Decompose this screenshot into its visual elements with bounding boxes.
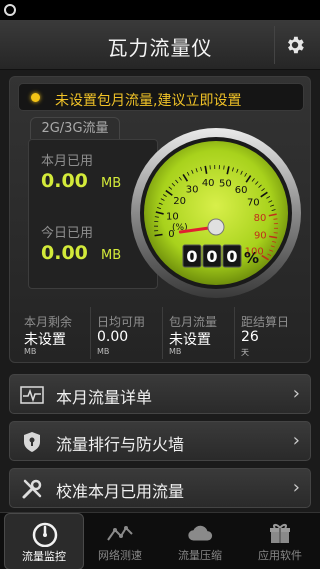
usage-gauge: 010203040 5060708090100 (%) 0 0 0 % — [131, 128, 301, 298]
tab-label: 流量压缩 — [178, 549, 222, 562]
app-title: 瓦力流量仪 — [107, 36, 213, 60]
traffic-card: 未设置包月流量,建议立即设置 2G/3G流量 本月已用 0.00 MB 今日已用… — [9, 76, 311, 363]
stat-value: 未设置 — [169, 332, 211, 348]
menu-label: 校准本月已用流量 — [56, 482, 185, 501]
gauge-minor-tick — [273, 218, 278, 220]
tab-apps[interactable]: 应用软件 — [240, 513, 320, 569]
stat-value: 26 — [241, 329, 259, 345]
chevron-right-icon: › — [292, 430, 300, 451]
stat-unit: MB — [24, 347, 37, 356]
tab-label: 应用软件 — [258, 549, 302, 562]
gauge-tick-label: 10 — [166, 212, 179, 223]
speedometer-icon — [31, 520, 59, 548]
today-used-value: 0.00 — [41, 242, 88, 264]
gauge-tick-label: 20 — [173, 196, 186, 207]
tab-traffic-compression[interactable]: 流量压缩 — [160, 513, 240, 569]
settings-button[interactable] — [274, 26, 314, 64]
gear-icon — [287, 36, 304, 54]
stat-unit: 天 — [241, 348, 249, 357]
tab-label: 流量监控 — [22, 550, 66, 563]
chevron-right-icon: › — [292, 477, 300, 498]
stat-daily-available: 日均可用 0.00 MB — [90, 307, 160, 359]
stat-label: 日均可用 — [97, 315, 146, 329]
gauge-hub — [207, 218, 225, 236]
speedtest-icon — [106, 519, 134, 547]
stat-value: 0.00 — [97, 329, 129, 345]
menu-label: 本月流量详单 — [56, 388, 153, 407]
tab-label: 网络测速 — [98, 549, 142, 562]
gauge-major-tick — [154, 233, 163, 237]
gauge-digit-3: 0 — [226, 247, 237, 266]
tools-icon — [20, 477, 44, 501]
menu-calibrate-usage[interactable]: 校准本月已用流量 › — [9, 468, 311, 508]
tab-traffic-monitor[interactable]: 流量监控 — [4, 513, 84, 569]
gauge-percent-sign: % — [244, 249, 259, 267]
stat-month-remaining: 本月剩余 未设置 MB — [18, 307, 88, 359]
today-used-label: 今日已用 — [41, 226, 94, 241]
gauge-digit-2: 0 — [206, 247, 217, 266]
stat-days-to-billing: 距结算日 26 天 — [234, 307, 304, 359]
month-used-value: 0.00 — [41, 170, 88, 192]
month-used-label: 本月已用 — [41, 154, 94, 169]
stat-label: 包月流量 — [169, 315, 218, 329]
tab-2g3g[interactable]: 2G/3G流量 — [30, 117, 120, 139]
status-indicator-icon — [4, 4, 16, 16]
cloud-icon — [186, 519, 214, 547]
stat-unit: MB — [169, 347, 182, 356]
stat-monthly-plan: 包月流量 未设置 MB — [162, 307, 232, 359]
gauge-tick-label: 70 — [247, 197, 260, 208]
menu-label: 流量排行与防火墙 — [56, 435, 185, 454]
warning-dot-icon — [31, 93, 40, 102]
gift-box-icon — [266, 519, 294, 547]
today-used-unit: MB — [101, 248, 122, 263]
gauge-tick-label: 30 — [186, 184, 199, 195]
gauge-tick-label: 60 — [235, 185, 248, 196]
stat-label: 本月剩余 — [24, 315, 73, 329]
stats-row: 本月剩余 未设置 MB 日均可用 0.00 MB 包月流量 未设置 MB 距结算… — [18, 307, 304, 359]
gauge-tick-label: 90 — [254, 230, 267, 241]
tab-speed-test[interactable]: 网络测速 — [80, 513, 160, 569]
gauge-digit-counter: 0 0 0 % — [182, 244, 259, 268]
menu-ranking-firewall[interactable]: 流量排行与防火墙 › — [9, 421, 311, 461]
menu-monthly-detail[interactable]: 本月流量详单 › — [9, 374, 311, 414]
gauge-tick-label: 50 — [219, 178, 232, 189]
chart-icon — [20, 383, 44, 407]
status-bar — [0, 0, 320, 20]
stat-value: 未设置 — [24, 332, 66, 348]
stat-label: 距结算日 — [241, 315, 290, 329]
chevron-right-icon: › — [292, 383, 300, 404]
bottom-tab-bar: 流量监控 网络测速 流量压缩 应用软件 — [0, 512, 320, 569]
gauge-minor-tick — [223, 165, 225, 170]
gauge-tick-label: 80 — [254, 213, 267, 224]
stat-unit: MB — [97, 347, 110, 356]
gauge-tick-label: 40 — [202, 178, 215, 189]
setup-notice-text: 未设置包月流量,建议立即设置 — [55, 93, 242, 109]
month-used-unit: MB — [101, 176, 122, 191]
gauge-digit-1: 0 — [186, 247, 197, 266]
shield-icon — [20, 430, 44, 454]
title-bar: 瓦力流量仪 — [0, 20, 320, 70]
setup-notice[interactable]: 未设置包月流量,建议立即设置 — [18, 83, 304, 111]
